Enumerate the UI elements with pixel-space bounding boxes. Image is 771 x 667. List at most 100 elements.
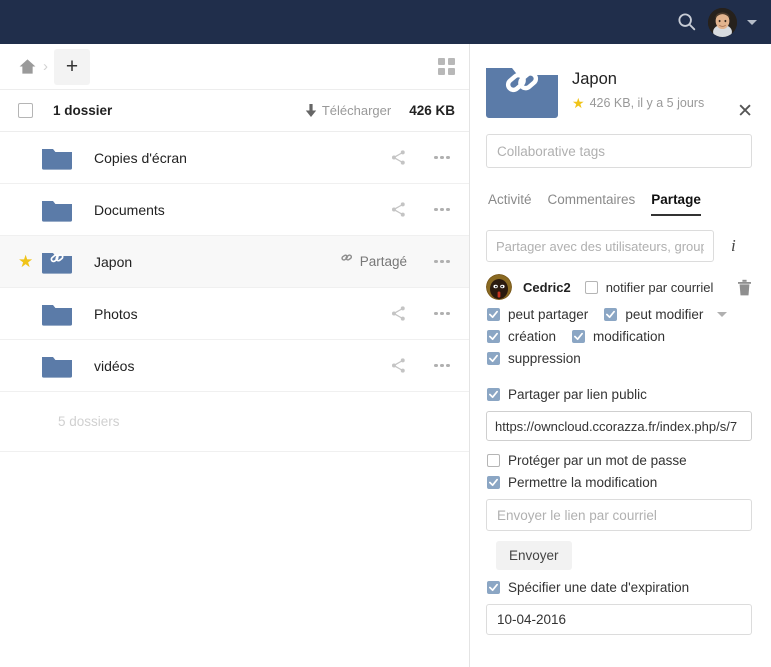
permission-row-2: création modification (486, 329, 752, 344)
create-checkbox[interactable] (487, 330, 500, 343)
download-button[interactable]: Télécharger (305, 103, 391, 118)
share-icon[interactable] (390, 305, 407, 322)
download-icon (305, 104, 317, 118)
file-name: Documents (94, 202, 165, 218)
permission-row-3: suppression (486, 351, 752, 366)
update-label: modification (593, 329, 665, 344)
app-header (0, 0, 771, 44)
folder-icon (42, 354, 72, 378)
recipient-name: Cedric2 (523, 280, 571, 295)
table-row[interactable]: Documents (0, 184, 469, 236)
files-pane: › + 1 dossier Télécharger 426 KB (0, 44, 470, 667)
expiration-date-label: Spécifier une date d'expiration (508, 580, 689, 595)
file-name: Japon (94, 254, 132, 270)
file-name: vidéos (94, 358, 134, 374)
avatar[interactable] (486, 274, 512, 300)
can-share-label: peut partager (508, 307, 588, 322)
share-icon[interactable] (390, 357, 407, 374)
avatar-photo (708, 8, 737, 37)
header-actions (676, 8, 771, 37)
send-button[interactable]: Envoyer (496, 541, 572, 570)
expiry-row: Spécifier une date d'expiration (486, 580, 752, 595)
close-icon[interactable]: ✕ (737, 102, 753, 121)
star-icon[interactable]: ★ (572, 96, 585, 110)
more-actions-icon[interactable] (429, 156, 455, 160)
tab-commentaires[interactable]: Commentaires (548, 192, 636, 216)
file-meta: ★ 426 KB, il y a 5 jours (572, 96, 704, 110)
permission-row-1: peut partager peut modifier (486, 307, 752, 322)
files-list-header: 1 dossier Télécharger 426 KB (0, 90, 469, 132)
public-link-input[interactable] (486, 411, 752, 441)
sidebar-tabs: Activité Commentaires Partage (486, 192, 752, 216)
share-with-input[interactable] (486, 230, 714, 262)
breadcrumb-separator: › (43, 58, 48, 75)
notify-email-label: notifier par courriel (606, 280, 714, 295)
expiration-date-checkbox[interactable] (487, 581, 500, 594)
allow-edit-checkbox[interactable] (487, 476, 500, 489)
more-actions-icon[interactable] (429, 260, 455, 264)
can-edit-label: peut modifier (625, 307, 703, 322)
password-protect-row: Protéger par un mot de passe (486, 453, 752, 468)
trash-icon[interactable] (737, 279, 752, 296)
share-icon[interactable] (390, 149, 407, 166)
tab-partage[interactable]: Partage (651, 192, 701, 216)
search-icon[interactable] (676, 11, 698, 33)
more-actions-icon[interactable] (429, 312, 455, 316)
create-label: création (508, 329, 556, 344)
link-icon (339, 254, 354, 269)
folder-icon (42, 198, 72, 222)
table-row[interactable]: ★ Japon Partagé (0, 236, 469, 288)
favorite-star[interactable]: ★ (18, 253, 40, 270)
more-actions-icon[interactable] (429, 364, 455, 368)
star-icon: ★ (18, 253, 33, 270)
file-name: Copies d'écran (94, 150, 187, 166)
password-protect-label: Protéger par un mot de passe (508, 453, 687, 468)
shared-label: Partagé (360, 254, 407, 269)
home-icon[interactable] (18, 57, 37, 76)
file-name: Photos (94, 306, 138, 322)
select-all-checkbox[interactable] (18, 103, 33, 118)
details-sidebar: ✕ Japon ★ 426 KB, il y a 5 jours Activit… (471, 44, 771, 667)
delete-label: suppression (508, 351, 581, 366)
folder-icon (42, 146, 72, 170)
download-label: Télécharger (322, 103, 391, 118)
tags-input[interactable] (486, 134, 752, 168)
public-link-row: Partager par lien public (486, 387, 752, 402)
table-row[interactable]: vidéos (0, 340, 469, 392)
public-link-label: Partager par lien public (508, 387, 647, 402)
avatar-photo (486, 274, 512, 300)
sidebar-title-block: Japon ★ 426 KB, il y a 5 jours (572, 62, 704, 120)
can-edit-checkbox[interactable] (604, 308, 617, 321)
folder-icon (42, 302, 72, 326)
owncloud-files-app: › + 1 dossier Télécharger 426 KB (0, 0, 771, 667)
chevron-down-icon[interactable] (747, 20, 757, 25)
share-recipient-row: Cedric2 notifier par courriel (486, 274, 752, 300)
grid-view-icon[interactable] (438, 58, 455, 75)
table-row[interactable]: Copies d'écran (0, 132, 469, 184)
page-title: Japon (572, 70, 704, 89)
notify-email-checkbox[interactable] (585, 281, 598, 294)
can-share-checkbox[interactable] (487, 308, 500, 321)
update-checkbox[interactable] (572, 330, 585, 343)
share-icon[interactable] (390, 201, 407, 218)
selection-summary: 1 dossier (53, 103, 112, 118)
public-link-checkbox[interactable] (487, 388, 500, 401)
password-protect-checkbox[interactable] (487, 454, 500, 467)
folder-shared-thumbnail-icon (486, 62, 558, 120)
file-meta-text: 426 KB, il y a 5 jours (590, 96, 705, 110)
chevron-down-icon[interactable] (717, 312, 727, 317)
table-row[interactable]: Photos (0, 288, 469, 340)
send-link-email-input[interactable] (486, 499, 752, 531)
shared-status[interactable]: Partagé (339, 254, 407, 269)
info-icon[interactable]: i (731, 236, 736, 256)
delete-checkbox[interactable] (487, 352, 500, 365)
allow-edit-row: Permettre la modification (486, 475, 752, 490)
more-actions-icon[interactable] (429, 208, 455, 212)
folder-shared-icon (42, 250, 72, 274)
new-button[interactable]: + (54, 49, 90, 85)
share-with-row: i (486, 230, 752, 262)
avatar[interactable] (708, 8, 737, 37)
expiration-date-input[interactable] (486, 604, 752, 635)
total-size: 426 KB (409, 103, 455, 118)
tab-activite[interactable]: Activité (488, 192, 532, 216)
